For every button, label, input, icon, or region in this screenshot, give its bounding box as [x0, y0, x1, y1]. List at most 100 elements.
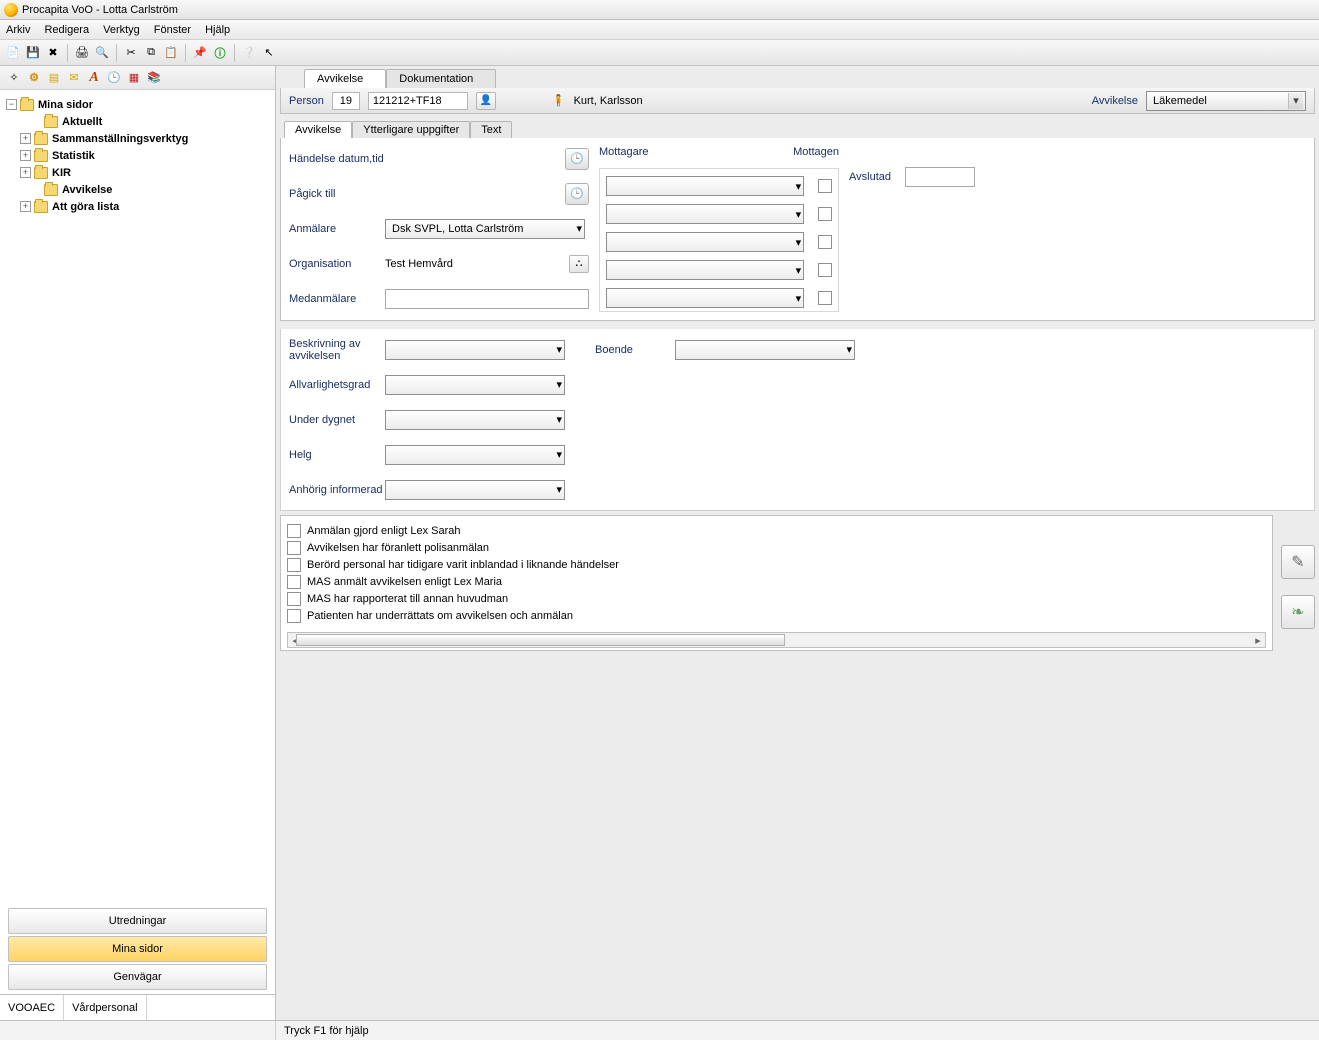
save-icon[interactable]: 💾 — [24, 44, 42, 62]
separator — [185, 44, 186, 62]
paste-icon[interactable]: 📋 — [162, 44, 180, 62]
dropdown-avvikelse-type[interactable]: Läkemedel ▾ — [1146, 91, 1306, 111]
mottagare-group: ▾ ▾ ▾ ▾ ▾ — [599, 168, 839, 312]
separator — [234, 44, 235, 62]
check-label: Patienten har underrättats om avvikelsen… — [307, 610, 573, 622]
folder-icon — [34, 167, 48, 179]
tree-spacer — [30, 184, 41, 195]
checkbox[interactable] — [287, 524, 301, 538]
copy-icon[interactable]: ⧉ — [142, 44, 160, 62]
pin-icon[interactable]: 📌 — [191, 44, 209, 62]
person-id-number[interactable]: 121212+TF18 — [368, 92, 468, 110]
tree-item-statistik[interactable]: Statistik — [52, 150, 95, 162]
dropdown-mottagare-4[interactable]: ▾ — [606, 260, 804, 280]
sliders-icon[interactable]: ⚙ — [26, 70, 42, 86]
checkbox[interactable] — [287, 575, 301, 589]
horizontal-scrollbar[interactable]: ◂ ▸ — [287, 632, 1266, 648]
input-medanmalare[interactable] — [385, 289, 589, 309]
tree-toggle[interactable]: + — [20, 201, 31, 212]
binoculars-icon[interactable]: 🔍 — [93, 44, 111, 62]
subtab-ytterligare[interactable]: Ytterligare uppgifter — [352, 121, 470, 138]
print-icon[interactable]: 🖨 — [73, 44, 91, 62]
dropdown-mottagare-3[interactable]: ▾ — [606, 232, 804, 252]
label-mottagen: Mottagen — [793, 146, 839, 158]
book-icon[interactable]: 📚 — [146, 70, 162, 86]
separator — [67, 44, 68, 62]
menu-redigera[interactable]: Redigera — [44, 24, 89, 36]
tree-item-avvikelse[interactable]: Avvikelse — [62, 184, 112, 196]
tree-toggle[interactable]: − — [6, 99, 17, 110]
cut-icon[interactable]: ✂ — [122, 44, 140, 62]
dropdown-anhorig[interactable]: ▾ — [385, 480, 565, 500]
dropdown-value: Läkemedel — [1153, 95, 1207, 107]
dropdown-beskrivning[interactable]: ▾ — [385, 340, 565, 360]
tab-dokumentation[interactable]: Dokumentation — [386, 69, 496, 88]
wand-icon[interactable]: ✧ — [6, 70, 22, 86]
subtab-avvikelse[interactable]: Avvikelse — [284, 121, 352, 138]
checkbox[interactable] — [287, 558, 301, 572]
person-figure-icon: 🧍 — [552, 94, 566, 107]
tree-spacer — [30, 116, 41, 127]
dropdown-mottagare-2[interactable]: ▾ — [606, 204, 804, 224]
mail-icon[interactable]: ✉ — [66, 70, 82, 86]
delete-icon[interactable]: ✖ — [44, 44, 62, 62]
tree-toggle[interactable]: + — [20, 150, 31, 161]
badge-icon[interactable]: ▤ — [46, 70, 62, 86]
dropdown-anmalare[interactable]: Dsk SVPL, Lotta Carlström ▾ — [385, 219, 585, 239]
tree-toggle[interactable]: + — [20, 167, 31, 178]
check-label: MAS har rapporterat till annan huvudman — [307, 593, 508, 605]
clock-button[interactable]: 🕒 — [565, 148, 589, 170]
org-picker-icon[interactable]: ⛬ — [569, 255, 589, 273]
status-left — [0, 1021, 276, 1040]
dropdown-mottagare-1[interactable]: ▾ — [606, 176, 804, 196]
tree-item-samman[interactable]: Sammanställningsverktyg — [52, 133, 188, 145]
info-icon[interactable]: ⓘ — [211, 44, 229, 62]
checkbox[interactable] — [287, 609, 301, 623]
dropdown-boende[interactable]: ▾ — [675, 340, 855, 360]
tree-item-aktuellt[interactable]: Aktuellt — [62, 116, 102, 128]
checkbox-mottagen-1[interactable] — [818, 179, 832, 193]
plant-button[interactable]: ❧ — [1281, 595, 1315, 629]
tab-avvikelse[interactable]: Avvikelse — [304, 69, 386, 88]
checkbox[interactable] — [287, 592, 301, 606]
person-lookup-icon[interactable]: 👤 — [476, 92, 496, 110]
help-icon[interactable]: ❔ — [240, 44, 258, 62]
clock-icon[interactable]: 🕒 — [106, 70, 122, 86]
scroll-right-icon[interactable]: ▸ — [1251, 634, 1265, 646]
edit-note-button[interactable]: ✎ — [1281, 545, 1315, 579]
menu-arkiv[interactable]: Arkiv — [6, 24, 30, 36]
chevron-down-icon: ▾ — [556, 378, 562, 391]
checkbox-mottagen-3[interactable] — [818, 235, 832, 249]
checkbox[interactable] — [287, 541, 301, 555]
pointer-icon[interactable]: ↖ — [260, 44, 278, 62]
tree-item-attgora[interactable]: Att göra lista — [52, 201, 119, 213]
tree-root[interactable]: Mina sidor — [38, 99, 93, 111]
tree-toggle[interactable]: + — [20, 133, 31, 144]
menu-hjalp[interactable]: Hjälp — [205, 24, 230, 36]
script-a-icon[interactable]: A — [86, 70, 102, 86]
dropdown-allvar[interactable]: ▾ — [385, 375, 565, 395]
chart-icon[interactable]: ▦ — [126, 70, 142, 86]
dropdown-dygn[interactable]: ▾ — [385, 410, 565, 430]
side-btn-minasidor[interactable]: Mina sidor — [8, 936, 267, 962]
tree-item-kir[interactable]: KIR — [52, 167, 71, 179]
dropdown-helg[interactable]: ▾ — [385, 445, 565, 465]
scroll-thumb[interactable] — [296, 634, 785, 646]
menu-verktyg[interactable]: Verktyg — [103, 24, 140, 36]
person-name: Kurt, Karlsson — [574, 95, 643, 107]
side-btn-utredningar[interactable]: Utredningar — [8, 908, 267, 934]
subtab-text[interactable]: Text — [470, 121, 512, 138]
folder-icon — [20, 99, 34, 111]
menu-fonster[interactable]: Fönster — [154, 24, 191, 36]
label-medanmalare: Medanmälare — [289, 293, 385, 305]
side-btn-genvagar[interactable]: Genvägar — [8, 964, 267, 990]
input-avslutad[interactable] — [905, 167, 975, 187]
checkbox-mottagen-4[interactable] — [818, 263, 832, 277]
dropdown-mottagare-5[interactable]: ▾ — [606, 288, 804, 308]
new-file-icon[interactable]: 📄 — [4, 44, 22, 62]
chevron-down-icon: ▾ — [846, 343, 852, 356]
checkbox-mottagen-2[interactable] — [818, 207, 832, 221]
checkbox-mottagen-5[interactable] — [818, 291, 832, 305]
person-id-century[interactable]: 19 — [332, 92, 360, 110]
clock-button[interactable]: 🕒 — [565, 183, 589, 205]
